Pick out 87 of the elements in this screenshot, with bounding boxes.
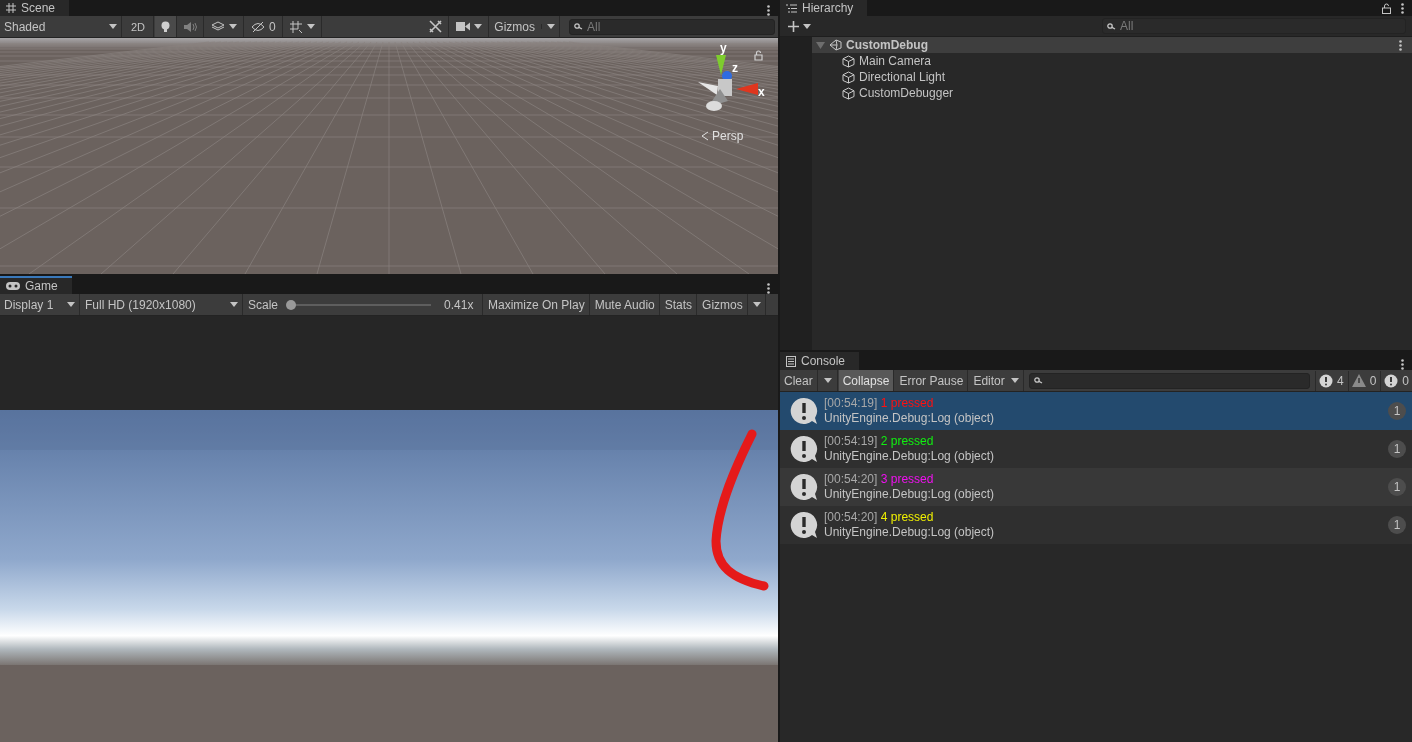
- log-message: 4 pressed: [880, 510, 934, 524]
- tools-icon: [429, 20, 443, 33]
- log-entry[interactable]: [00:54:19] 2 pressed UnityEngine.Debug:Log (object) 1: [780, 430, 1412, 468]
- caret-icon: [547, 24, 555, 29]
- scene-name: CustomDebug: [846, 38, 928, 52]
- scene-tab[interactable]: Scene: [0, 0, 70, 16]
- camera-icon: [456, 22, 471, 31]
- caret-icon: [230, 302, 238, 307]
- search-icon: [1107, 22, 1116, 30]
- log-source: UnityEngine.Debug:Log (object): [824, 449, 996, 464]
- scene-row[interactable]: CustomDebug: [812, 37, 1412, 53]
- axis-label: x: [758, 85, 765, 99]
- console-icon: [786, 355, 796, 367]
- log-source: UnityEngine.Debug:Log (object): [824, 487, 996, 502]
- warning-icon: [1351, 374, 1366, 387]
- caret-icon: [109, 24, 117, 29]
- lock-icon[interactable]: [1382, 2, 1391, 14]
- lighting-button[interactable]: [155, 16, 178, 37]
- projection-label[interactable]: Persp: [712, 129, 744, 143]
- info-bubble-icon: [790, 473, 818, 501]
- error-icon: [1384, 373, 1399, 388]
- layers-icon: [211, 21, 226, 32]
- axis-gizmo-drawing[interactable]: [698, 55, 758, 111]
- log-time: [00:54:20]: [824, 510, 878, 524]
- more-icon[interactable]: [767, 5, 770, 16]
- bulb-icon: [161, 20, 171, 33]
- axis-label: y: [720, 41, 727, 55]
- error-count-toggle[interactable]: 0: [1380, 370, 1412, 391]
- more-icon[interactable]: [1399, 39, 1402, 51]
- grid-icon: [6, 3, 16, 13]
- log-message: 2 pressed: [880, 434, 934, 448]
- hierarchy-item[interactable]: CustomDebugger: [812, 85, 1412, 101]
- info-count-toggle[interactable]: 4: [1314, 370, 1347, 391]
- info-bubble-icon: [790, 511, 818, 539]
- info-bubble-icon: [790, 397, 818, 425]
- count-badge: 1: [1388, 402, 1406, 420]
- count-badge: 1: [1388, 440, 1406, 458]
- plus-icon: [788, 20, 799, 32]
- count-badge: 1: [1388, 516, 1406, 534]
- axis-label: z: [732, 61, 738, 75]
- speaker-icon: [184, 21, 198, 32]
- game-tab[interactable]: Game: [0, 276, 72, 294]
- info-bubble-icon: [790, 435, 818, 463]
- search-field[interactable]: [1028, 372, 1310, 389]
- cube-icon: [842, 86, 855, 100]
- search-field[interactable]: All: [569, 18, 775, 35]
- log-message: 1 pressed: [880, 396, 934, 410]
- count-badge: 1: [1388, 478, 1406, 496]
- console-toggle[interactable]: Collapse: [838, 370, 895, 391]
- cube-icon: [842, 70, 855, 84]
- log-time: [00:54:19]: [824, 434, 878, 448]
- grid-snap-icon: [289, 20, 303, 33]
- caret-icon: [229, 24, 238, 29]
- caret-icon: [823, 378, 832, 383]
- cube-icon: [842, 54, 855, 68]
- hierarchy-item[interactable]: Directional Light: [812, 69, 1412, 85]
- unity-logo-icon: [829, 39, 842, 51]
- gamepad-icon: [6, 282, 20, 290]
- log-source: UnityEngine.Debug:Log (object): [824, 525, 996, 540]
- log-entry[interactable]: [00:54:19] 1 pressed UnityEngine.Debug:Log (object) 1: [780, 392, 1412, 430]
- search-field[interactable]: All: [1102, 18, 1406, 34]
- search-icon: [1033, 377, 1043, 384]
- log-entry[interactable]: [00:54:20] 4 pressed UnityEngine.Debug:Log (object) 1: [780, 506, 1412, 544]
- search-icon: [574, 23, 583, 30]
- caret-icon: [752, 302, 761, 307]
- scale-value: 0.41x: [444, 297, 474, 312]
- chevron-icon: [701, 131, 709, 141]
- scale-label: Scale: [248, 297, 279, 312]
- hierarchy-item[interactable]: Main Camera: [812, 53, 1412, 69]
- console-tab[interactable]: Console: [780, 352, 860, 370]
- caret-icon: [803, 23, 811, 29]
- log-time: [00:54:20]: [824, 472, 878, 486]
- more-icon[interactable]: [1401, 359, 1404, 370]
- caret-icon: [67, 302, 75, 307]
- log-message: 3 pressed: [880, 472, 934, 486]
- caret-icon: [306, 24, 315, 29]
- caret-icon: [474, 24, 483, 29]
- caret-icon: [1010, 378, 1019, 383]
- log-entry[interactable]: [00:54:20] 3 pressed UnityEngine.Debug:Log (object) 1: [780, 468, 1412, 506]
- more-icon[interactable]: [1401, 2, 1404, 14]
- hidden-eye-icon: [251, 21, 266, 32]
- more-icon[interactable]: [767, 283, 770, 294]
- list-icon: [786, 3, 797, 13]
- log-source: UnityEngine.Debug:Log (object): [824, 411, 996, 426]
- hierarchy-tab[interactable]: Hierarchy: [780, 0, 868, 16]
- log-time: [00:54:19]: [824, 396, 878, 410]
- info-icon: [1318, 373, 1333, 388]
